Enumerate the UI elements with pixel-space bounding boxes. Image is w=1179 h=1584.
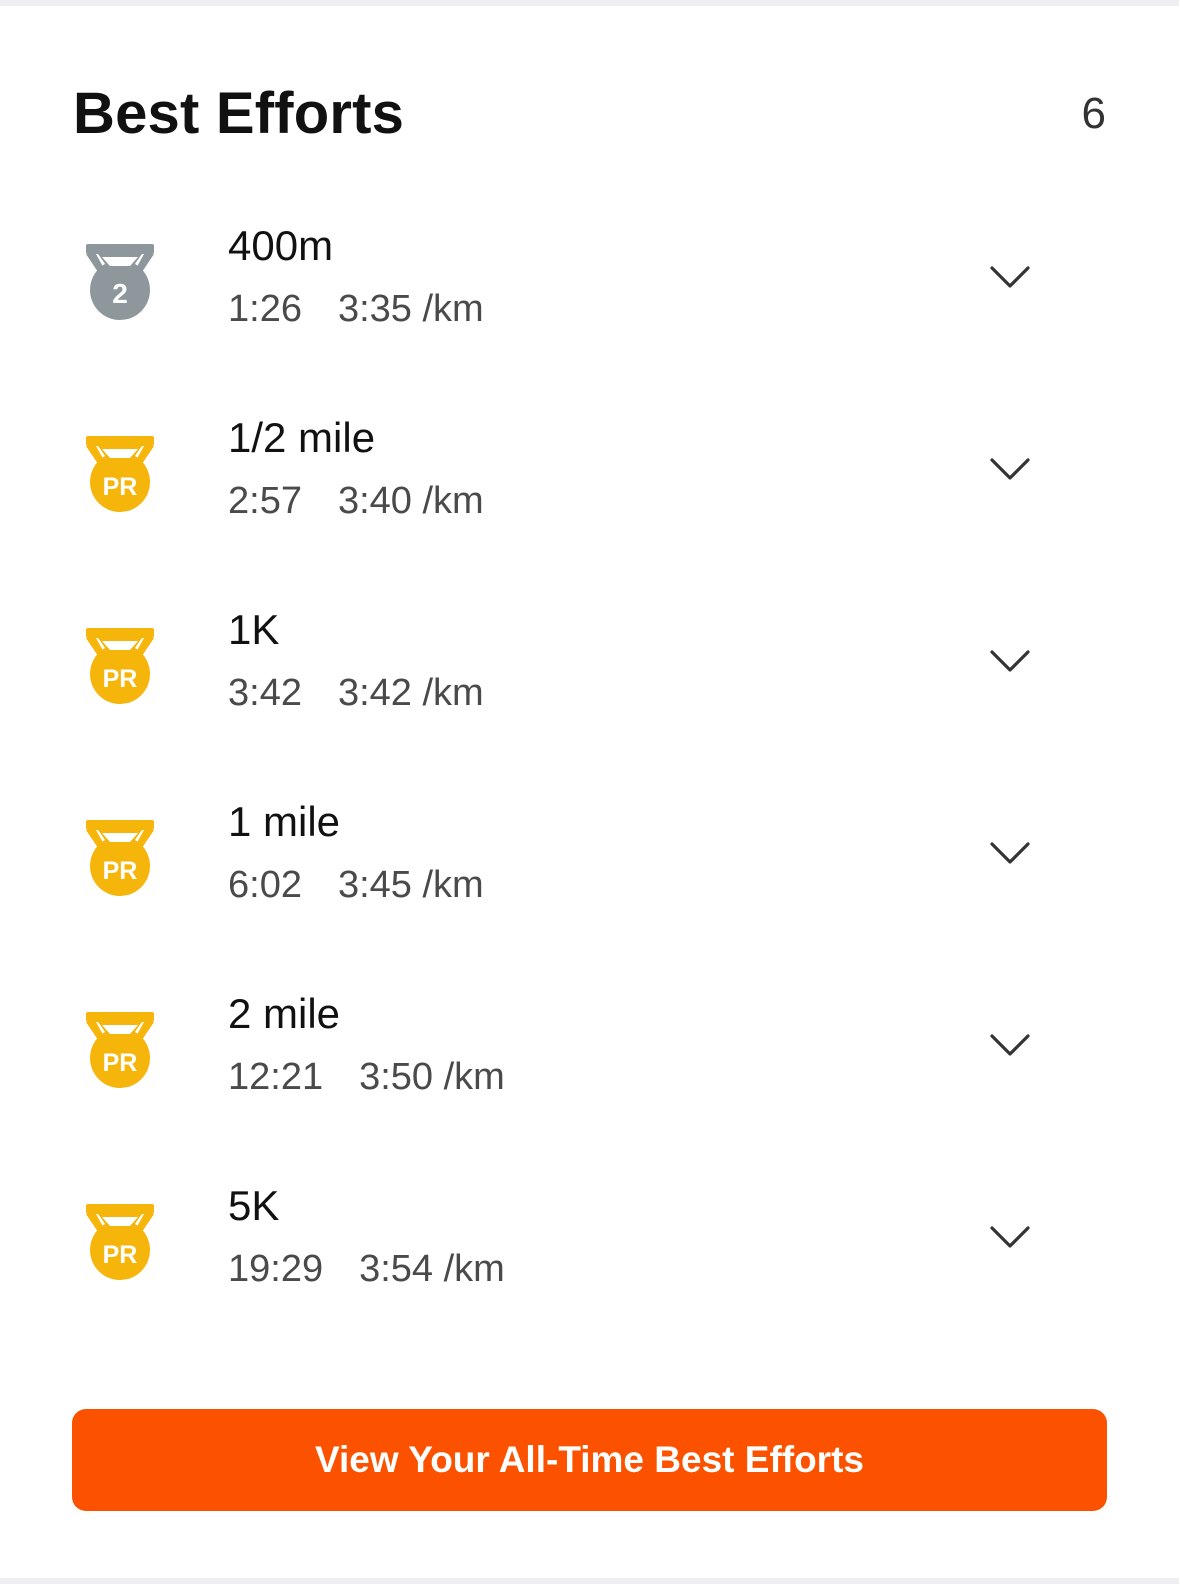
effort-stats: 19:29 3:54 /km <box>228 1244 505 1294</box>
best-effort-row[interactable]: PR 5K 19:29 3:54 /km <box>0 1152 1179 1344</box>
best-efforts-list: 2 400m 1:26 3:35 /km PR 1/2 mile 2:57 3:… <box>0 192 1179 1344</box>
pr-medal-icon: PR <box>84 1010 156 1090</box>
best-effort-row[interactable]: 2 400m 1:26 3:35 /km <box>0 192 1179 384</box>
effort-pace: 3:50 /km <box>359 1056 505 1098</box>
effort-time: 1:26 <box>228 288 302 330</box>
svg-text:PR: PR <box>103 1049 138 1077</box>
effort-distance: 1/2 mile <box>228 414 376 461</box>
best-effort-row[interactable]: PR 1K 3:42 3:42 /km <box>0 576 1179 768</box>
effort-stats: 1:26 3:35 /km <box>228 284 484 334</box>
effort-stats: 3:42 3:42 /km <box>228 668 484 718</box>
view-all-time-best-efforts-button[interactable]: View Your All-Time Best Efforts <box>72 1409 1107 1511</box>
effort-distance: 1K <box>228 606 280 653</box>
bottom-divider <box>0 1578 1179 1584</box>
effort-time: 19:29 <box>228 1248 324 1290</box>
effort-pace: 3:40 /km <box>337 480 484 522</box>
svg-text:2: 2 <box>112 278 128 309</box>
effort-stats: 2:57 3:40 /km <box>228 476 484 526</box>
chevron-down-icon[interactable] <box>988 646 1032 676</box>
pr-medal-icon: PR <box>84 434 156 514</box>
pr-medal-icon: PR <box>84 1202 156 1282</box>
effort-distance: 5K <box>228 1182 280 1229</box>
effort-pace: 3:45 /km <box>337 864 484 906</box>
effort-distance: 1 mile <box>228 798 341 845</box>
best-effort-row[interactable]: PR 1 mile 6:02 3:45 /km <box>0 768 1179 960</box>
effort-pace: 3:35 /km <box>337 288 484 330</box>
pr-medal-icon: PR <box>84 818 156 898</box>
chevron-down-icon[interactable] <box>988 1222 1032 1252</box>
chevron-down-icon[interactable] <box>988 454 1032 484</box>
effort-time: 3:42 <box>228 672 302 714</box>
effort-stats: 6:02 3:45 /km <box>228 860 484 910</box>
effort-distance: 2 mile <box>228 990 341 1037</box>
section-title: Best Efforts <box>73 81 405 146</box>
effort-pace: 3:54 /km <box>359 1248 505 1290</box>
chevron-down-icon[interactable] <box>988 838 1032 868</box>
section-header: Best Efforts 6 <box>73 78 1106 150</box>
svg-text:PR: PR <box>103 665 138 693</box>
silver-medal-icon: 2 <box>84 242 156 322</box>
chevron-down-icon[interactable] <box>988 1030 1032 1060</box>
svg-text:PR: PR <box>103 473 138 501</box>
svg-text:PR: PR <box>103 1241 138 1269</box>
effort-time: 6:02 <box>228 864 302 906</box>
top-divider <box>0 0 1179 6</box>
chevron-down-icon[interactable] <box>988 262 1032 292</box>
svg-text:PR: PR <box>103 857 138 885</box>
pr-medal-icon: PR <box>84 626 156 706</box>
effort-distance: 400m <box>228 222 334 269</box>
best-effort-row[interactable]: PR 2 mile 12:21 3:50 /km <box>0 960 1179 1152</box>
effort-time: 2:57 <box>228 480 302 522</box>
effort-pace: 3:42 /km <box>337 672 484 714</box>
effort-stats: 12:21 3:50 /km <box>228 1052 505 1102</box>
efforts-count: 6 <box>1081 89 1106 138</box>
effort-time: 12:21 <box>228 1056 324 1098</box>
best-effort-row[interactable]: PR 1/2 mile 2:57 3:40 /km <box>0 384 1179 576</box>
